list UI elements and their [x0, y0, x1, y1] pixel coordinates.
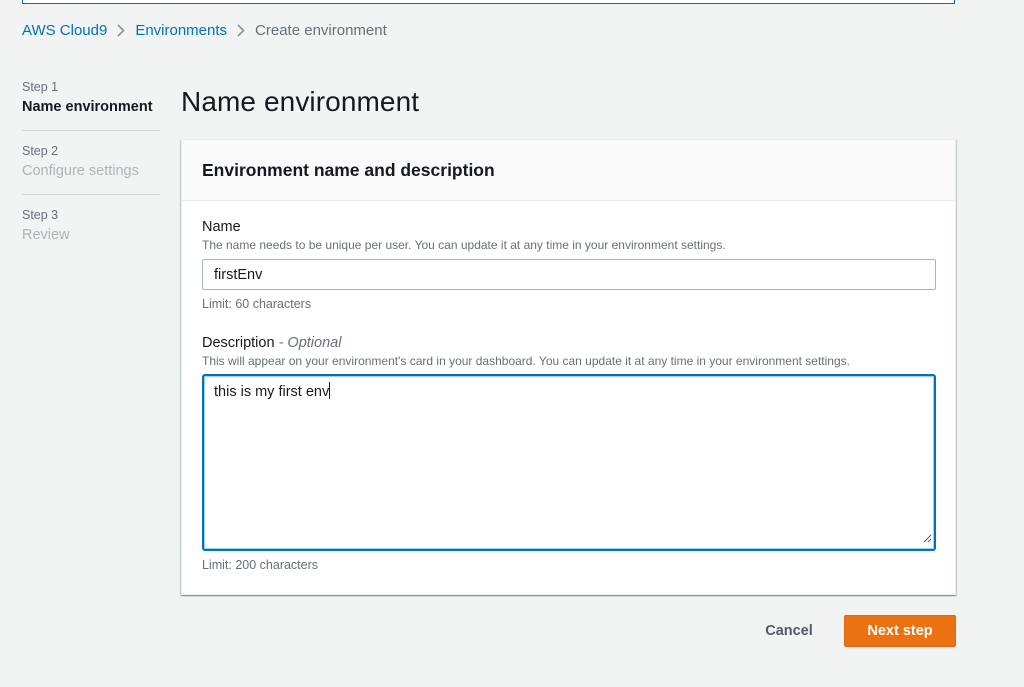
description-limit-text: Limit: 200 characters: [202, 558, 319, 572]
step-title: Review: [22, 227, 70, 243]
step-title: Name environment: [22, 99, 153, 115]
top-bar-edge: [22, 0, 955, 4]
description-field: Description - Optional This will appear …: [202, 334, 936, 573]
breadcrumb: AWS Cloud9 Environments Create environme…: [22, 20, 387, 40]
step-number: Step 1: [22, 80, 59, 94]
cancel-button[interactable]: Cancel: [740, 623, 838, 639]
name-limit-text: Limit: 60 characters: [202, 297, 312, 311]
breadcrumb-aws-cloud9[interactable]: AWS Cloud9: [22, 22, 107, 39]
description-value: this is my first env: [214, 384, 330, 400]
wizard-steps: Step 1 Name environment Step 2 Configure…: [22, 80, 160, 271]
step-number: Step 2: [22, 144, 59, 158]
page-title: Name environment: [181, 86, 420, 117]
name-label: Name: [202, 219, 241, 235]
description-label: Description - Optional: [202, 334, 935, 352]
description-label-text: Description: [202, 335, 275, 351]
name-help-text: The name needs to be unique per user. Yo…: [202, 238, 726, 252]
name-field: Name The name needs to be unique per use…: [202, 218, 936, 312]
wizard-actions: Cancel Next step: [740, 615, 956, 647]
description-help-text: This will appear on your environment's c…: [202, 354, 850, 368]
breadcrumb-create-environment: Create environment: [255, 21, 387, 39]
resize-grip-icon[interactable]: [923, 531, 932, 547]
panel-header: Environment name and description: [182, 140, 955, 201]
next-step-button[interactable]: Next step: [844, 615, 956, 647]
step-number: Step 3: [22, 208, 59, 222]
chevron-right-icon: [227, 23, 255, 37]
panel-body: Name The name needs to be unique per use…: [182, 201, 955, 573]
panel-title: Environment name and description: [202, 159, 495, 180]
optional-tag: - Optional: [278, 335, 342, 351]
step-title: Configure settings: [22, 163, 139, 179]
environment-details-panel: Environment name and description Name Th…: [181, 139, 956, 595]
step-2: Step 2 Configure settings: [22, 144, 160, 195]
description-textarea[interactable]: this is my first env: [202, 374, 936, 551]
chevron-right-icon: [107, 23, 135, 37]
step-1: Step 1 Name environment: [22, 80, 160, 131]
step-3: Step 3 Review: [22, 208, 160, 258]
name-input[interactable]: [202, 259, 936, 290]
text-caret: [329, 382, 331, 399]
breadcrumb-environments[interactable]: Environments: [135, 22, 227, 39]
